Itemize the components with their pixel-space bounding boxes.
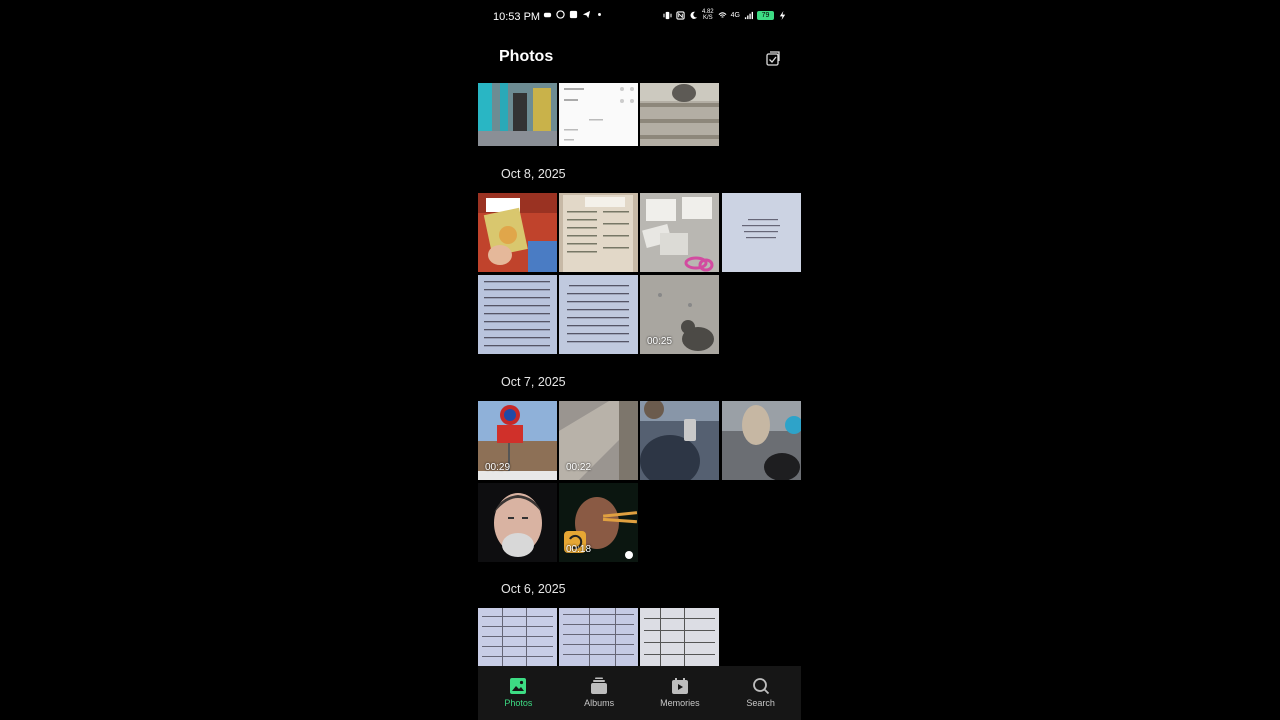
video-duration: 00:29 [485, 462, 511, 473]
notification-icons [543, 10, 604, 19]
signal-icon [744, 11, 753, 19]
nav-label: Memories [660, 698, 700, 708]
video-duration: 00:25 [647, 336, 673, 347]
page-title: Photos [499, 48, 554, 65]
nav-photos[interactable]: Photos [478, 666, 559, 720]
photo-thumbnail[interactable] [640, 608, 719, 666]
nav-label: Photos [504, 698, 533, 708]
photo-thumbnail[interactable] [559, 608, 638, 666]
photo-thumbnail[interactable] [559, 83, 638, 146]
nav-search[interactable]: Search [720, 666, 801, 720]
photo-thumbnail[interactable] [478, 83, 557, 146]
video-duration: 00:22 [566, 462, 592, 473]
video-thumbnail[interactable]: 00:18 [559, 483, 638, 562]
nav-label: Search [746, 698, 775, 708]
photo-thumbnail[interactable] [478, 193, 557, 272]
photo-thumbnail[interactable] [640, 401, 719, 480]
photo-thumbnail[interactable] [722, 193, 801, 272]
photo-thumbnail[interactable] [478, 275, 557, 354]
game-icon [543, 12, 552, 18]
nfc-icon [676, 10, 685, 20]
photos-icon [510, 678, 527, 694]
whatsapp-icon [556, 10, 565, 19]
vibrate-icon [663, 11, 672, 19]
date-header: Oct 8, 2025 [501, 167, 566, 181]
photo-thumbnail[interactable] [640, 193, 719, 272]
charging-bolt-icon [779, 10, 786, 20]
nav-label: Albums [584, 698, 615, 708]
video-thumbnail[interactable]: 00:29 [478, 401, 557, 480]
network-speed: 4.82 K/S [701, 9, 714, 21]
network-type: 4G [730, 11, 740, 19]
video-thumbnail[interactable]: 00:22 [559, 401, 638, 480]
app-square-icon [569, 10, 578, 19]
memories-icon [671, 678, 688, 694]
battery-indicator: 79 [757, 10, 774, 20]
date-header: Oct 6, 2025 [501, 582, 566, 596]
status-bar: 10:53 PM 4.82 K/S 4G 79 [478, 0, 801, 34]
telegram-icon [582, 10, 591, 19]
wifi-icon [718, 11, 727, 18]
photo-thumbnail[interactable] [478, 608, 557, 666]
photo-thumbnail[interactable] [722, 401, 801, 480]
nav-memories[interactable]: Memories [640, 666, 721, 720]
photo-thumbnail[interactable] [559, 193, 638, 272]
more-notifications-icon [598, 13, 601, 16]
system-icons: 4.82 K/S 4G 79 [663, 9, 787, 21]
search-icon [752, 678, 769, 695]
bottom-navigation: Photos Albums Memories Search [478, 666, 801, 720]
nav-albums[interactable]: Albums [559, 666, 640, 720]
phone-screen: 10:53 PM 4.82 K/S 4G 79 Photos Oct 8, 20… [478, 0, 801, 720]
photo-thumbnail[interactable] [640, 83, 719, 146]
status-time: 10:53 PM [493, 11, 541, 23]
select-mode-icon[interactable] [765, 50, 781, 66]
video-thumbnail[interactable]: 00:25 [640, 275, 719, 354]
do-not-disturb-moon-icon [690, 11, 698, 19]
photo-thumbnail[interactable] [559, 275, 638, 354]
date-header: Oct 7, 2025 [501, 375, 566, 389]
albums-icon [591, 677, 608, 694]
video-duration: 00:18 [566, 544, 592, 555]
photo-thumbnail[interactable] [478, 483, 557, 562]
